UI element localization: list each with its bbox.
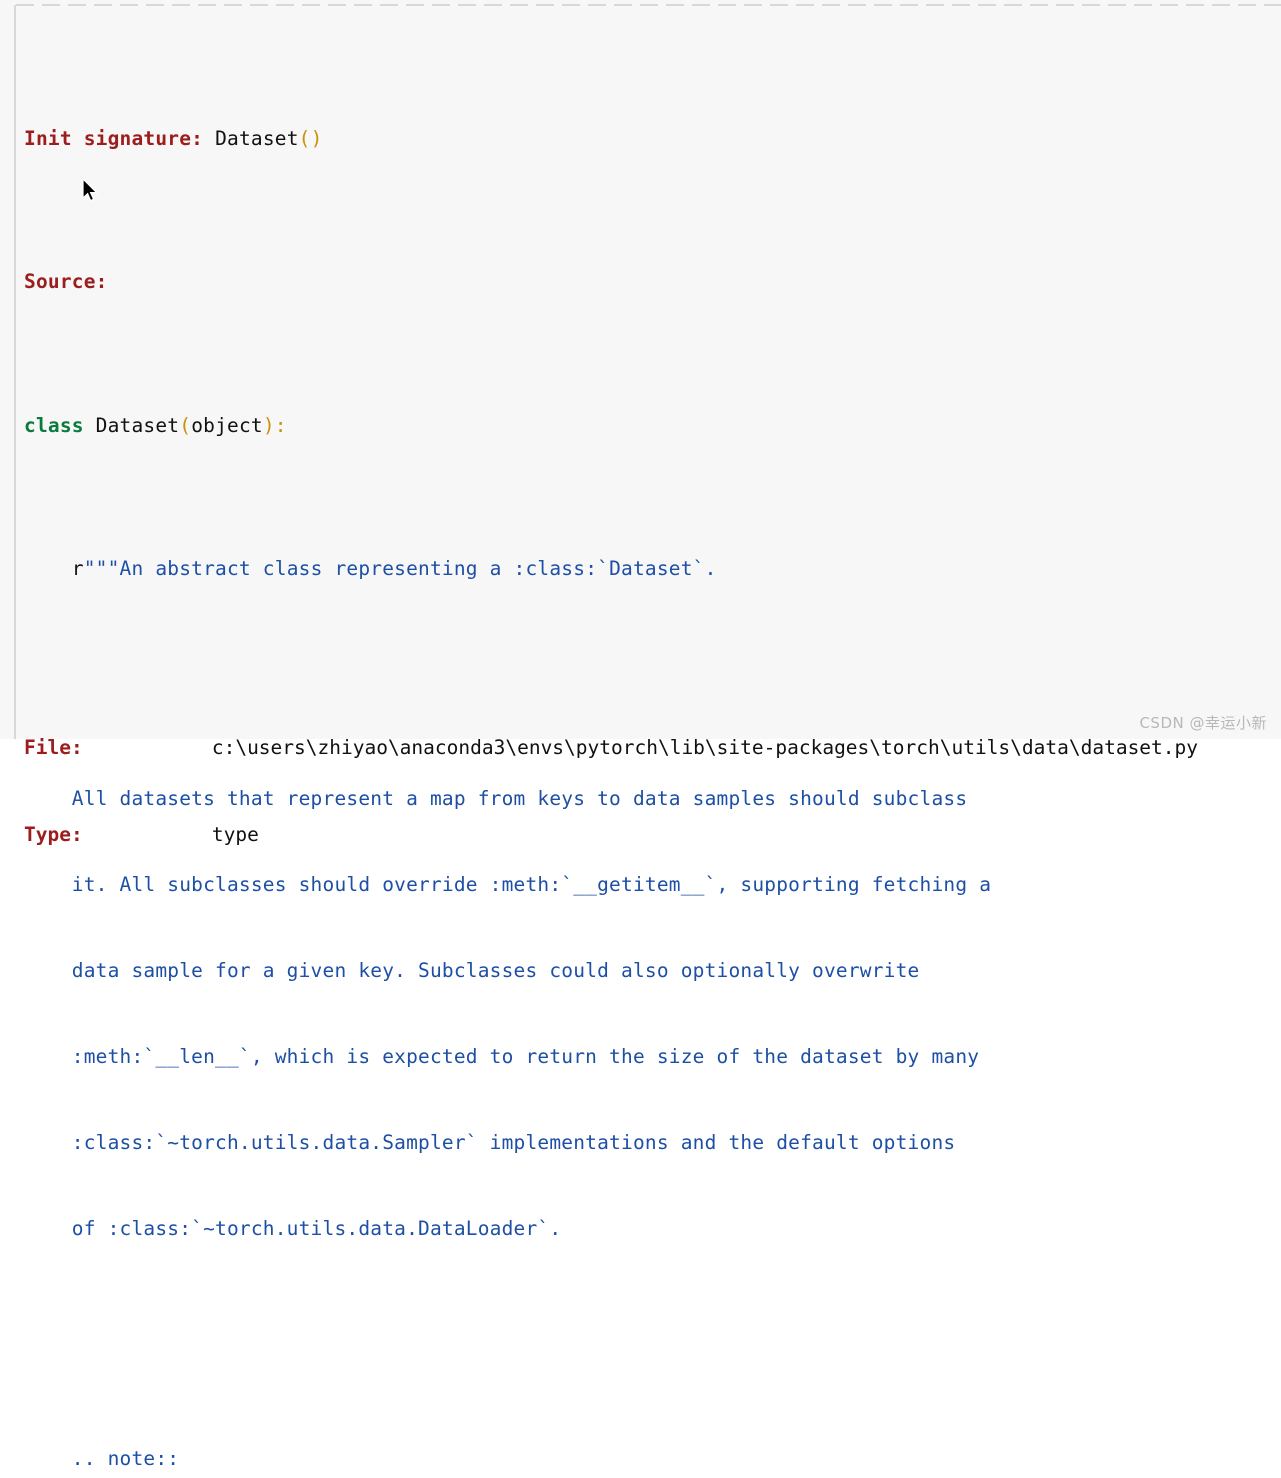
class-keyword: class [24,413,84,437]
type-value: type [211,822,259,846]
class-base: object [191,413,263,437]
line-docstring-open: r"""An abstract class representing a :cl… [24,555,1274,584]
docstring-line-6: :meth:`__len__`, which is expected to re… [24,1045,980,1069]
line-docstring-note: .. note:: [24,1445,1274,1474]
init-signature-label: Init signature: [24,126,204,150]
docstring-line-5: data sample for a given key. Subclasses … [24,959,920,983]
file-label: File: [24,736,83,760]
line-docstring-8: of :class:`~torch.utils.data.DataLoader`… [24,1215,1274,1244]
docstring-line-7: :class:`~torch.utils.data.Sampler` imple… [24,1131,956,1155]
line-docstring-5: data sample for a given key. Subclasses … [24,957,1274,986]
output-top-divider [16,4,1281,6]
init-signature-class-name: Dataset [215,126,299,150]
ipython-output-panel: Init signature: Dataset() Source: class … [0,0,1281,1470]
class-name: Dataset [83,413,180,437]
docstring-open-quotes: """ [83,557,120,581]
line-docstring-blank-2 [24,1330,1274,1359]
class-colon: : [274,413,287,437]
line-type: Type: type [24,821,1198,850]
docstring-line-8: of :class:`~torch.utils.data.DataLoader`… [24,1217,562,1241]
line-source-label: Source: [24,268,1274,297]
class-open-paren: ( [179,413,192,437]
source-label: Source: [24,270,108,294]
csdn-watermark: CSDN @幸运小新 [1139,714,1267,732]
type-gap [83,823,212,846]
file-value: c:\users\zhiyao\anaconda3\envs\pytorch\l… [211,736,1199,760]
line-docstring-6: :meth:`__len__`, which is expected to re… [24,1043,1274,1072]
metadata-footer: File: c:\users\zhiyao\anaconda3\envs\pyt… [24,677,1198,907]
output-left-gutter [14,5,16,739]
docstring-line-1: An abstract class representing a :class:… [119,557,717,581]
space-1 [203,127,215,150]
type-label: Type: [24,822,83,846]
line-init-signature: Init signature: Dataset() [24,125,1274,154]
line-class-def: class Dataset(object): [24,412,1274,441]
init-signature-parens: () [298,126,323,150]
docstring-line-10: .. note:: [24,1446,180,1470]
file-gap [83,736,212,759]
line-docstring-7: :class:`~torch.utils.data.Sampler` imple… [24,1129,1274,1158]
docstring-r-prefix: r [24,557,84,581]
class-close-paren: ) [262,413,275,437]
